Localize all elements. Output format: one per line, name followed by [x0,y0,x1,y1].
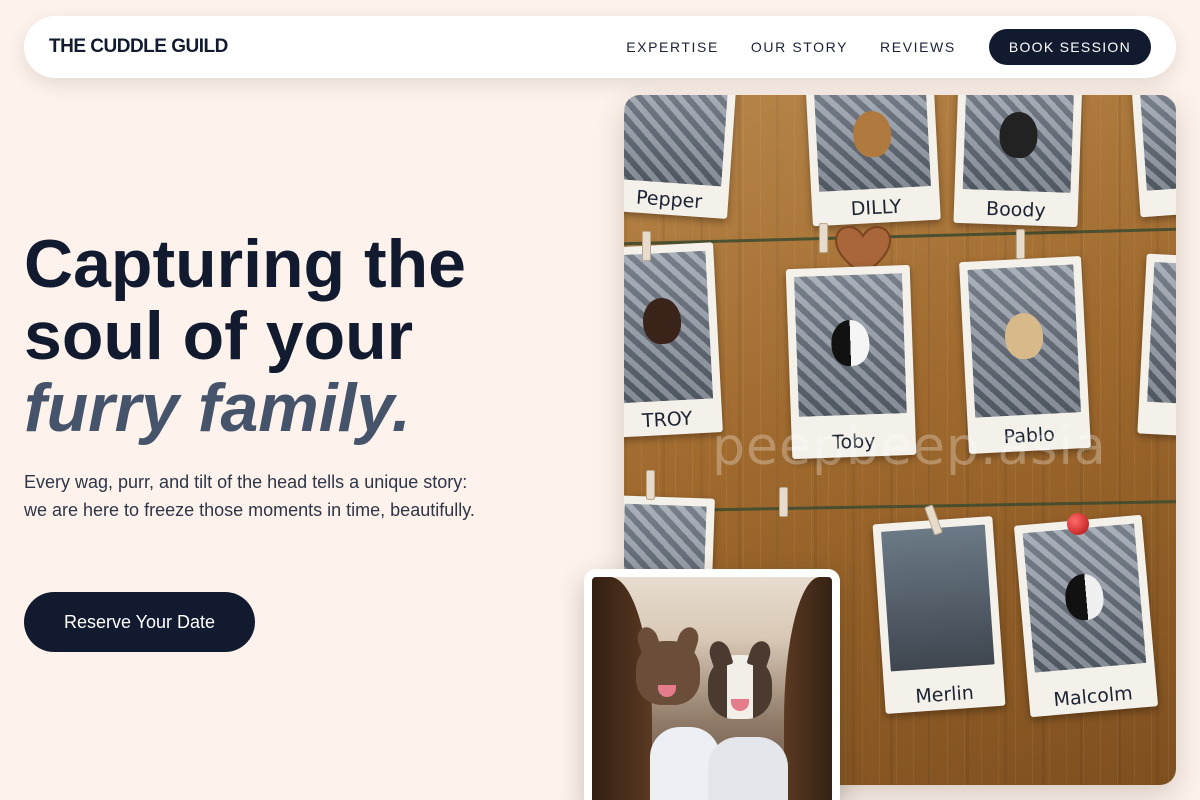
polaroid-name: Merlin [914,681,975,708]
polaroid-name: Pepper [635,186,703,214]
clothespin [819,223,828,253]
polaroid-name: DILLY [850,195,902,221]
polaroid-name: TROY [641,407,693,433]
book-session-button[interactable]: BOOK SESSION [988,29,1151,65]
nav-links: EXPERTISE OUR STORY REVIEWS BOOK SESSION [594,29,1151,65]
hero-title-line2: soul of your [24,298,414,374]
clothespin [646,470,655,500]
dog-left [634,624,702,705]
nav-link-expertise[interactable]: EXPERTISE [626,39,719,55]
clothespin [779,487,788,517]
polaroid-name: Boody [985,197,1047,222]
clothespin [642,231,651,261]
polaroid-photo: Boody [953,95,1083,228]
polaroid-photo: Pepper [624,95,737,219]
watermark: peepbeep.asia [712,417,1107,477]
dog-right [706,638,774,719]
hero-subtitle: Every wag, purr, and tilt of the head te… [24,472,475,520]
polaroid-photo: TROY [624,242,723,438]
polaroid-photo: Merlin [872,516,1006,714]
top-nav: THE CUDDLE GUILD EXPERTISE OUR STORY REV… [24,16,1176,78]
red-bead [1067,513,1089,535]
hero-title: Capturing the soul of your furry family. [24,228,584,444]
nav-link-our-story[interactable]: OUR STORY [751,39,848,55]
brand-logo[interactable]: THE CUDDLE GUILD [49,36,228,58]
polaroid-photo: DILLY [805,95,941,227]
clothespin [1016,229,1025,259]
secondary-photo-frenchies [584,569,840,800]
polaroid-photo: Malcolm [1013,514,1159,718]
nav-link-reviews[interactable]: REVIEWS [880,39,956,55]
hero-title-accent: furry family. [24,370,411,446]
frenchie-photo [592,577,832,800]
hero-title-line1: Capturing the [24,226,466,302]
reserve-date-button[interactable]: Reserve Your Date [24,592,255,652]
